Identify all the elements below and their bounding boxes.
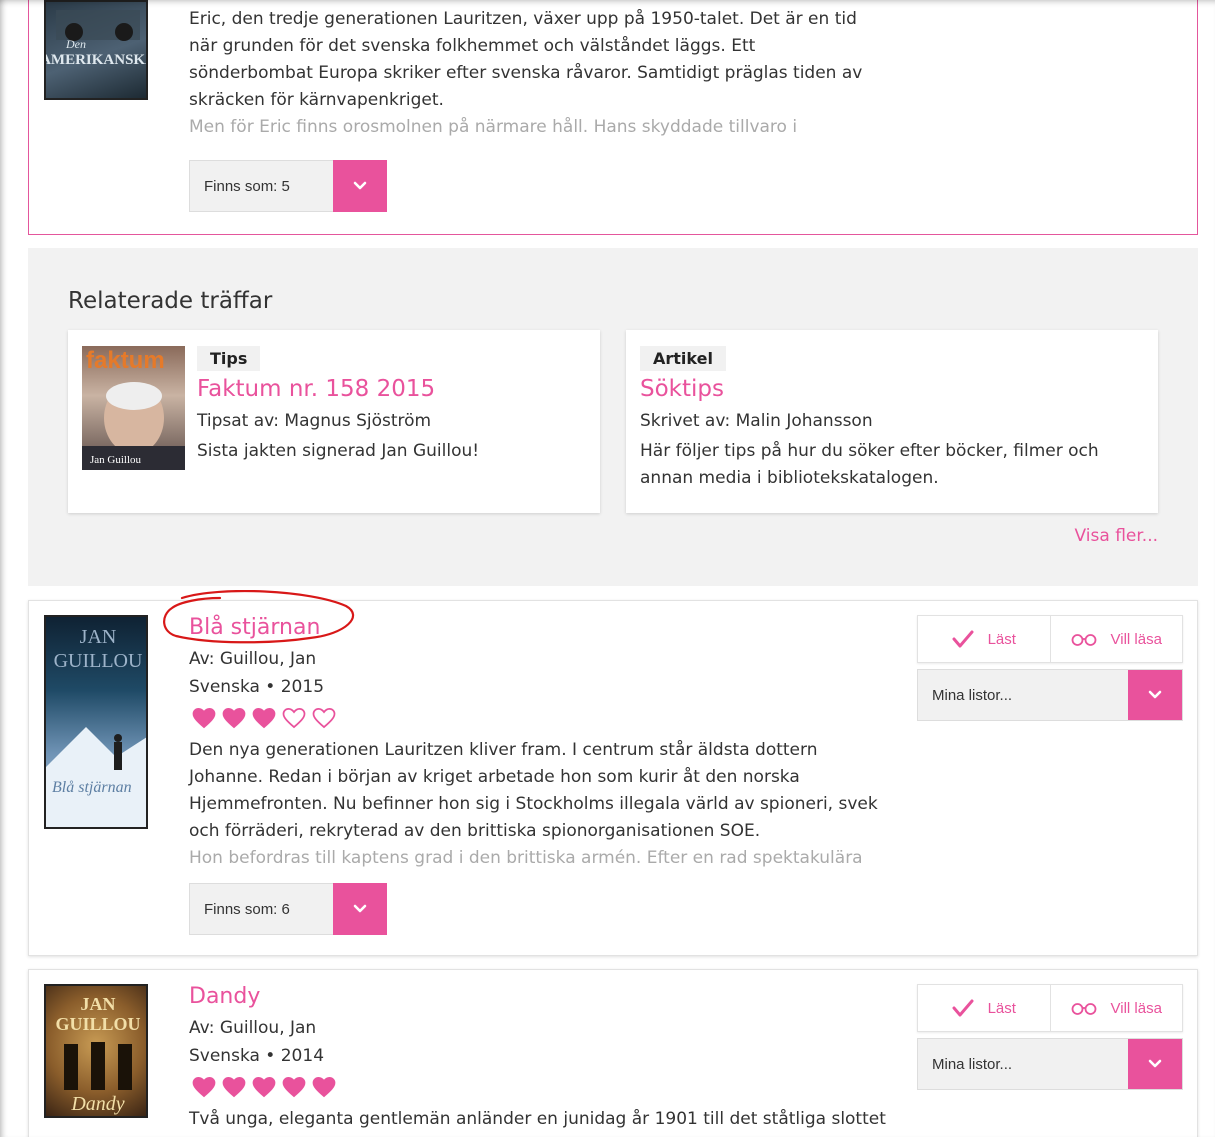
cover-author-text: JAN [81,994,116,1014]
book-card: JAN GUILLOU Blå stjärnan Blå stjärnan Av… [28,600,1198,956]
faktum-cover-art: faktum Jan Guillou [82,347,185,470]
book-card: JAN GUILLOU Dandy Dandy Av: Guillou, Jan… [28,969,1198,1137]
visa-fler-link[interactable]: Visa fler... [1075,526,1158,546]
mina-listor-toggle[interactable] [1128,1039,1182,1089]
cover-art: JAN GUILLOU Blå stjärnan [46,626,146,827]
vill-lasa-button[interactable]: Vill läsa [1049,616,1183,662]
heart-filled-icon[interactable] [222,1076,246,1098]
last-label: Läst [987,630,1016,648]
mina-listor-label: Mina listor... [932,1055,1013,1073]
finns-som-dropdown[interactable]: Finns som: 5 [189,160,387,212]
related-byline: Tipsat av: Magnus Sjöström [197,411,432,431]
read-status-buttons: Läst Vill läsa [917,615,1183,663]
related-heading: Relaterade träffar [68,288,273,314]
cover-title-text: Dandy [70,1093,124,1115]
tag-tips: Tips [197,346,261,371]
heart-filled-icon[interactable] [192,707,216,729]
read-status-buttons: Läst Vill läsa [917,984,1183,1032]
checkmark-icon [952,999,974,1017]
heart-outline-icon[interactable] [312,707,336,729]
related-card-artikel[interactable]: Artikel Söktips Skrivet av: Malin Johans… [626,330,1158,513]
desc-line-faded: Hon befordras till kaptens grad i den br… [189,848,863,868]
book-cover[interactable]: JAN GUILLOU Dandy [44,984,148,1118]
heart-filled-icon[interactable] [192,1076,216,1098]
desc-line: Eric, den tredje generationen Lauritzen,… [189,9,857,29]
book-title-link[interactable]: Dandy [189,984,260,1009]
mina-listor-dropdown[interactable]: Mina listor... [917,669,1183,721]
desc-line: när grunden för det svenska folkhemmet o… [189,36,756,56]
cover-art: AMERIKANSKA Den [46,10,148,68]
related-text: Sista jakten signerad Jan Guillou! [197,441,480,461]
tag-artikel: Artikel [640,346,726,371]
book-card-top: AMERIKANSKA Den Eric, den tredje generat… [28,0,1198,235]
related-text: Här följer tips på hur du söker efter bö… [640,441,1099,461]
finns-som-toggle[interactable] [333,160,387,212]
last-button[interactable]: Läst [918,985,1050,1031]
cover-author-text: GUILLOU [54,650,143,672]
chevron-down-icon [1148,1059,1162,1068]
book-description: Eric, den tredje generationen Lauritzen,… [189,6,909,141]
cover-author-text: JAN [80,626,117,648]
last-button[interactable]: Läst [918,616,1050,662]
desc-line: Den nya generationen Lauritzen kliver fr… [189,740,818,760]
mina-listor-label: Mina listor... [932,686,1013,704]
desc-line: Hjemmefronten. Nu befinner hon sig i Sto… [189,794,878,814]
heart-filled-icon[interactable] [312,1076,336,1098]
related-text: annan media i bibliotekskatalogen. [640,468,939,488]
finns-som-label: Finns som: 6 [204,900,290,918]
mina-listor-toggle[interactable] [1128,670,1182,720]
heart-filled-icon[interactable] [252,1076,276,1098]
desc-line: Två unga, eleganta gentlemän anländer en… [189,1109,886,1129]
finns-som-dropdown[interactable]: Finns som: 6 [189,883,387,935]
rating-hearts[interactable] [192,707,336,729]
heart-filled-icon[interactable] [252,707,276,729]
cover-author-text: GUILLOU [55,1014,140,1034]
chevron-down-icon [353,181,367,190]
mina-listor-dropdown[interactable]: Mina listor... [917,1038,1183,1090]
cover-title-text: Blå stjärnan [52,779,132,796]
faktum-cover-name: Jan Guillou [90,454,142,466]
related-hits-panel: Relaterade träffar faktum Jan Guillou Ti… [28,248,1198,586]
heart-outline-icon[interactable] [282,707,306,729]
heart-filled-icon[interactable] [282,1076,306,1098]
book-description: Två unga, eleganta gentlemän anländer en… [189,1106,909,1133]
chevron-down-icon [353,904,367,913]
finns-som-toggle[interactable] [333,883,387,935]
book-description: Den nya generationen Lauritzen kliver fr… [189,737,909,872]
related-byline: Skrivet av: Malin Johansson [640,411,873,431]
cover-title-text: AMERIKANSKA [46,52,148,68]
desc-line: skräcken för kärnvapenkriget. [189,90,444,110]
last-label: Läst [987,999,1016,1017]
desc-line: sönderbombat Europa skriker efter svensk… [189,63,863,83]
book-author: Av: Guillou, Jan [189,649,317,669]
heart-filled-icon[interactable] [222,707,246,729]
desc-line-faded: Men för Eric finns orosmolnen på närmare… [189,117,798,137]
related-title-link[interactable]: Söktips [640,376,724,402]
glasses-icon [1071,634,1096,646]
desc-line: Johanne. Redan i början av kriget arbeta… [189,767,800,787]
faktum-cover[interactable]: faktum Jan Guillou [82,346,185,470]
vill-lasa-label: Vill läsa [1110,999,1162,1017]
book-language-year: Svenska • 2014 [189,1046,325,1066]
related-title-link[interactable]: Faktum nr. 158 2015 [197,376,435,402]
book-cover[interactable]: AMERIKANSKA Den [44,0,148,100]
vill-lasa-label: Vill läsa [1110,630,1162,648]
desc-line: och förräderi, rekryterad av den brittis… [189,821,761,841]
related-card-tips[interactable]: faktum Jan Guillou Tips Faktum nr. 158 2… [68,330,600,513]
finns-som-label: Finns som: 5 [204,177,290,195]
cover-art: JAN GUILLOU Dandy [55,994,140,1115]
book-cover[interactable]: JAN GUILLOU Blå stjärnan [44,615,148,829]
book-author: Av: Guillou, Jan [189,1018,317,1038]
book-actions: Läst Vill läsa Mina listor... [917,615,1183,721]
cover-small-text: Den [65,37,86,51]
chevron-down-icon [1148,690,1162,699]
book-language-year: Svenska • 2015 [189,677,325,697]
book-title-link[interactable]: Blå stjärnan [189,615,320,640]
faktum-logo: faktum [86,347,165,374]
checkmark-icon [952,630,974,648]
glasses-icon [1071,1003,1096,1015]
book-actions: Läst Vill läsa Mina listor... [917,984,1183,1090]
vill-lasa-button[interactable]: Vill läsa [1049,985,1183,1031]
rating-hearts[interactable] [192,1076,336,1098]
